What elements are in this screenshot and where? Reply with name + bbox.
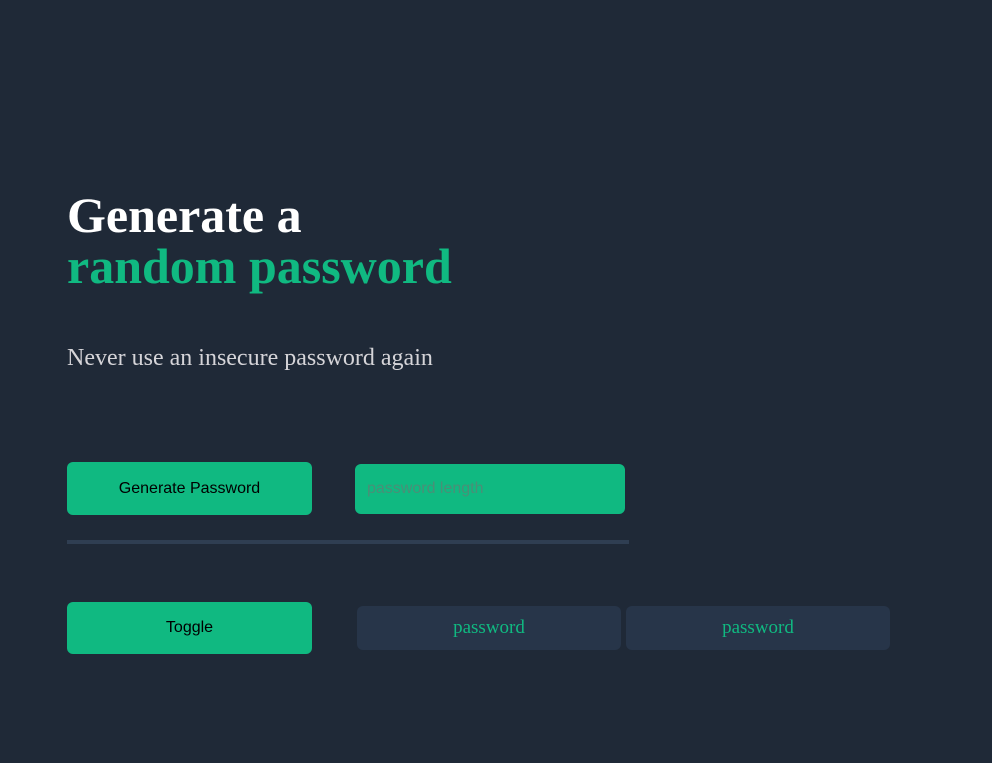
divider: [67, 540, 629, 544]
generate-password-button[interactable]: Generate Password: [67, 462, 312, 515]
password-output-2[interactable]: password: [626, 606, 890, 650]
toggle-button[interactable]: Toggle: [67, 602, 312, 654]
page: Generate a random password Never use an …: [0, 0, 992, 763]
title-line-1: Generate a: [67, 187, 302, 243]
title-line-2: random password: [67, 238, 452, 294]
page-title: Generate a random password: [67, 190, 452, 292]
password-length-input[interactable]: [355, 464, 625, 514]
password-output-1[interactable]: password: [357, 606, 621, 650]
page-subtitle: Never use an insecure password again: [67, 345, 433, 371]
